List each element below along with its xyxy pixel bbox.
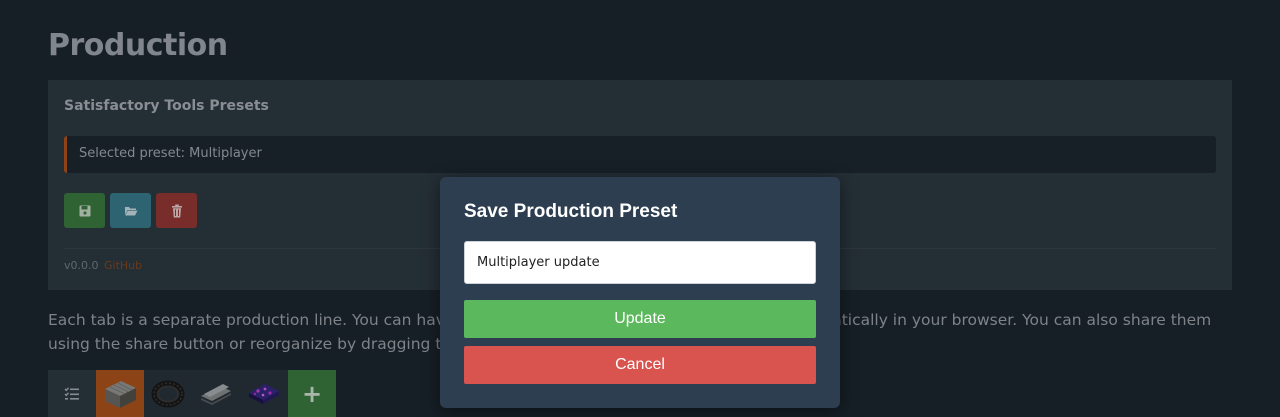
preset-name-input[interactable] (464, 241, 816, 284)
update-button[interactable]: Update (464, 300, 816, 338)
modal-title: Save Production Preset (464, 201, 678, 222)
cancel-button[interactable]: Cancel (464, 346, 816, 384)
page: Production Satisfactory Tools Presets Se… (0, 0, 1280, 417)
save-preset-modal: Save Production Preset Update Cancel (440, 177, 840, 408)
